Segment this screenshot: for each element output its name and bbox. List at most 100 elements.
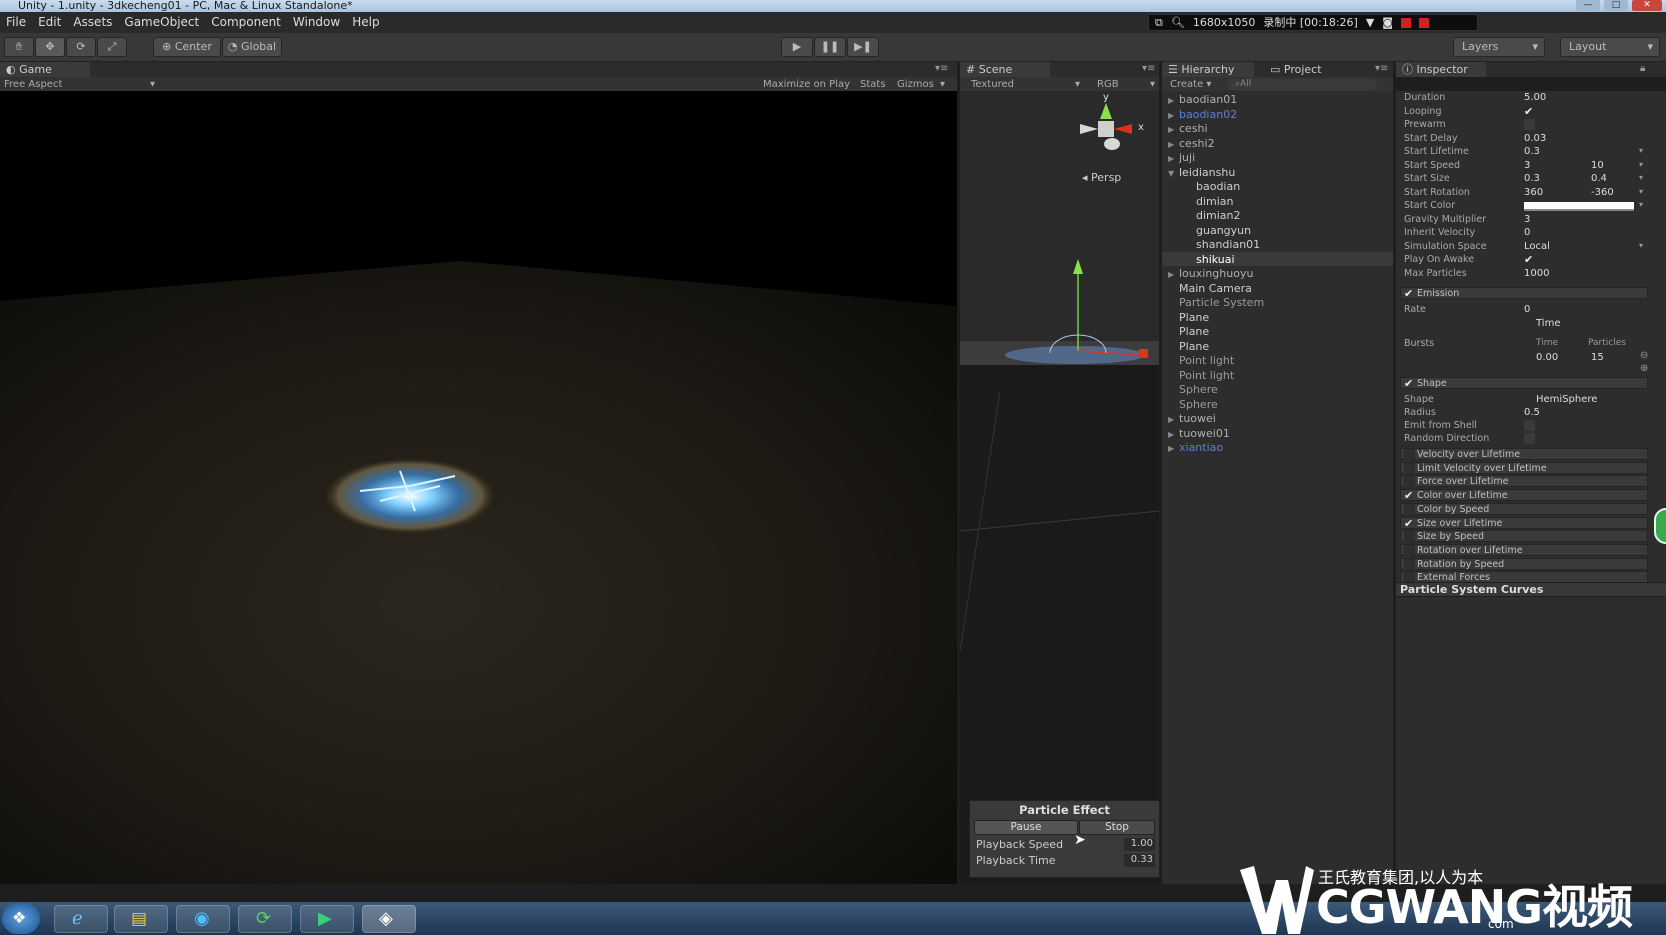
- hierarchy-item[interactable]: shandian01: [1185, 238, 1260, 251]
- chevron-down-icon[interactable]: ▾: [1639, 200, 1643, 209]
- pause-record-icon[interactable]: [1400, 17, 1411, 28]
- maximize-on-play-toggle[interactable]: Maximize on Play: [763, 77, 850, 92]
- tab-project[interactable]: ▭ Project: [1264, 62, 1354, 77]
- burst-particles-field[interactable]: 15: [1591, 352, 1604, 363]
- rate-mode-dropdown[interactable]: Time: [1536, 318, 1560, 329]
- hierarchy-item[interactable]: ▶ baodian01: [1168, 93, 1237, 106]
- gizmo-z-cone[interactable]: [1104, 138, 1120, 150]
- tab-inspector[interactable]: ⓘ Inspector: [1396, 62, 1486, 77]
- pause-effect-button[interactable]: Pause: [974, 820, 1078, 835]
- module-header[interactable]: Size by Speed: [1400, 530, 1648, 543]
- module-header[interactable]: Velocity over Lifetime: [1400, 448, 1648, 460]
- property-value-field[interactable]: 0.3: [1524, 146, 1540, 157]
- random-direction-checkbox[interactable]: [1524, 433, 1535, 444]
- emission-module-header[interactable]: ✔ Emission: [1400, 287, 1648, 299]
- hierarchy-item[interactable]: Plane: [1168, 311, 1209, 324]
- side-float-button[interactable]: [1654, 508, 1666, 544]
- playback-speed-field[interactable]: 1.00: [1124, 838, 1155, 851]
- shape-type-dropdown[interactable]: HemiSphere: [1536, 394, 1597, 405]
- tab-hierarchy[interactable]: ☰ Hierarchy: [1162, 62, 1254, 77]
- module-checkbox[interactable]: [1404, 531, 1415, 543]
- module-checkbox[interactable]: [1404, 503, 1415, 515]
- create-dropdown[interactable]: Create ▾: [1170, 77, 1211, 92]
- start-button[interactable]: ❖: [2, 903, 40, 934]
- aspect-dropdown[interactable]: Free Aspect: [4, 77, 62, 92]
- minimize-button[interactable]: —: [1576, 0, 1600, 11]
- property-value-field[interactable]: 0.03: [1524, 133, 1546, 144]
- playback-time-field[interactable]: 0.33: [1124, 854, 1155, 867]
- property-value-field[interactable]: 3: [1524, 214, 1530, 225]
- game-view[interactable]: [0, 91, 957, 884]
- hierarchy-item[interactable]: ▶ ceshi: [1168, 122, 1208, 135]
- panel-menu-icon[interactable]: ▾≡: [1375, 63, 1388, 74]
- hierarchy-item[interactable]: dimian2: [1185, 209, 1241, 222]
- module-header[interactable]: Force over Lifetime: [1400, 475, 1648, 488]
- shape-checkbox[interactable]: ✔: [1404, 378, 1415, 389]
- chevron-down-icon[interactable]: ▾: [1639, 241, 1643, 250]
- remove-burst-icon[interactable]: ⊖: [1640, 350, 1648, 361]
- start-color-swatch[interactable]: [1524, 202, 1634, 211]
- expand-arrow-icon[interactable]: ▶: [1168, 415, 1179, 424]
- property-value-field[interactable]: 5.00: [1524, 92, 1546, 103]
- expand-arrow-icon[interactable]: ▶: [1168, 430, 1179, 439]
- hierarchy-item[interactable]: Particle System: [1168, 296, 1264, 309]
- menu-gameobject[interactable]: GameObject: [118, 12, 205, 33]
- hierarchy-item[interactable]: Plane: [1168, 340, 1209, 353]
- stats-toggle[interactable]: Stats: [860, 77, 886, 92]
- property-checkbox[interactable]: ✔: [1524, 106, 1535, 117]
- property-value-max[interactable]: 0.4: [1591, 173, 1607, 184]
- lock-icon[interactable]: 🔒︎: [1640, 63, 1645, 74]
- hierarchy-item[interactable]: dimian: [1185, 195, 1234, 208]
- module-header[interactable]: Rotation over Lifetime: [1400, 543, 1648, 556]
- emit-from-shell-checkbox[interactable]: [1524, 420, 1535, 431]
- stop-effect-button[interactable]: Stop: [1079, 820, 1155, 835]
- hierarchy-item[interactable]: Point light: [1168, 369, 1234, 382]
- dropdown-icon[interactable]: ▼: [1366, 14, 1374, 31]
- gizmo-cube[interactable]: [1098, 121, 1114, 137]
- module-checkbox[interactable]: [1404, 558, 1415, 570]
- gizmos-dropdown[interactable]: Gizmos: [897, 77, 934, 92]
- hierarchy-item[interactable]: Sphere: [1168, 383, 1218, 396]
- hierarchy-item[interactable]: guangyun: [1185, 224, 1251, 237]
- property-value-max[interactable]: 10: [1591, 160, 1604, 171]
- property-value-field[interactable]: 0: [1524, 227, 1530, 238]
- hierarchy-item[interactable]: shikuai: [1185, 253, 1235, 266]
- chevron-down-icon[interactable]: ▾: [1639, 173, 1643, 182]
- shape-module-header[interactable]: ✔ Shape: [1400, 377, 1648, 389]
- menu-file[interactable]: File: [0, 12, 32, 33]
- rotate-tool-button[interactable]: ⟳: [66, 37, 96, 57]
- hierarchy-item[interactable]: Sphere: [1168, 398, 1218, 411]
- module-header[interactable]: ✔ Size over Lifetime: [1400, 516, 1648, 529]
- expand-arrow-icon[interactable]: ▶: [1168, 140, 1179, 149]
- module-header[interactable]: Rotation by Speed: [1400, 557, 1648, 570]
- panel-menu-icon[interactable]: ▾≡: [935, 63, 948, 74]
- add-burst-icon[interactable]: ⊕: [1640, 363, 1648, 374]
- menu-edit[interactable]: Edit: [32, 12, 67, 33]
- menu-window[interactable]: Window: [287, 12, 346, 33]
- tab-scene[interactable]: # Scene: [960, 62, 1050, 77]
- step-button[interactable]: ▶❚: [847, 37, 879, 57]
- radius-value-field[interactable]: 0.5: [1524, 407, 1540, 418]
- property-value-field[interactable]: Local: [1524, 241, 1550, 252]
- menu-component[interactable]: Component: [205, 12, 287, 33]
- hierarchy-item[interactable]: ▶ baodian02: [1168, 108, 1237, 121]
- expand-arrow-icon[interactable]: ▶: [1168, 154, 1179, 163]
- layers-dropdown[interactable]: Layers ▾: [1453, 37, 1545, 57]
- property-value-field[interactable]: 3: [1524, 160, 1530, 171]
- hand-tool-button[interactable]: ✋︎: [4, 37, 34, 57]
- module-header[interactable]: Color by Speed: [1400, 502, 1648, 515]
- persp-toggle[interactable]: ◂ Persp: [1082, 171, 1121, 184]
- move-tool-button[interactable]: ✥: [35, 37, 65, 57]
- expand-arrow-icon[interactable]: ▶: [1168, 111, 1179, 120]
- menu-assets[interactable]: Assets: [67, 12, 118, 33]
- camera-icon[interactable]: ◙: [1382, 14, 1393, 31]
- panel-menu-icon[interactable]: ▾≡: [1142, 63, 1155, 74]
- hierarchy-item[interactable]: ▶ tuowei01: [1168, 427, 1230, 440]
- burst-time-field[interactable]: 0.00: [1536, 352, 1558, 363]
- maximize-button[interactable]: □: [1604, 0, 1628, 11]
- hierarchy-item[interactable]: baodian: [1185, 180, 1240, 193]
- property-value-field[interactable]: 1000: [1524, 268, 1549, 279]
- window-icon[interactable]: ⧉: [1155, 14, 1163, 31]
- hierarchy-item[interactable]: Point light: [1168, 354, 1234, 367]
- taskbar-360[interactable]: ⟳: [238, 905, 292, 933]
